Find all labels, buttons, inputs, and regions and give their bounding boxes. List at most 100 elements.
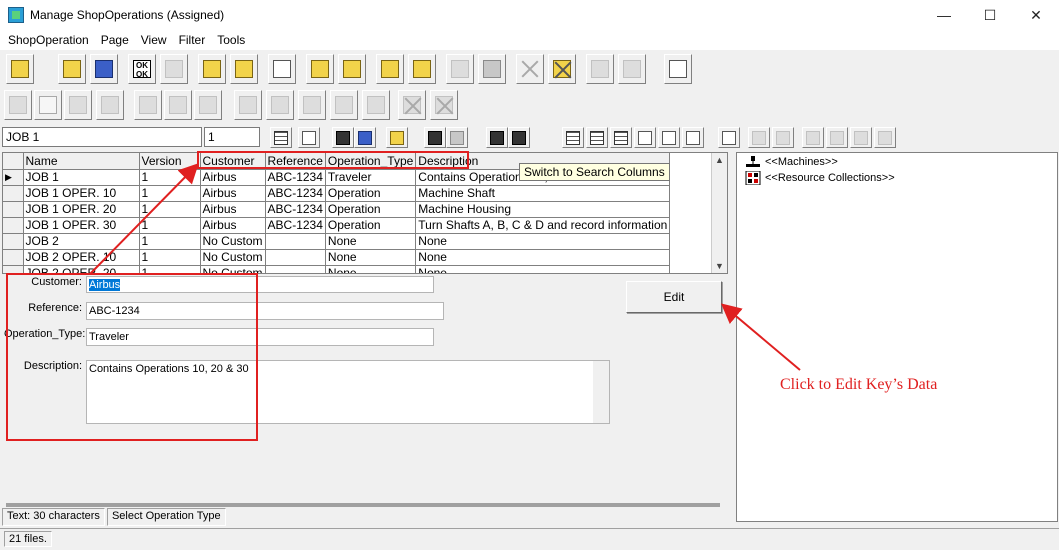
row-selector[interactable] <box>3 233 24 250</box>
disabled-remove1-button[interactable] <box>398 90 426 120</box>
description-scrollbar[interactable] <box>593 361 609 423</box>
disabled-tray1-button[interactable] <box>234 90 262 120</box>
minimize-button[interactable]: — <box>921 0 967 30</box>
folder-delete-button[interactable] <box>408 54 436 84</box>
disabled-tray2-button[interactable] <box>266 90 294 120</box>
disabled-r1-button[interactable] <box>748 127 770 148</box>
col-header-operation-type[interactable]: Operation_Type <box>325 153 417 170</box>
table-cell[interactable] <box>265 233 326 250</box>
menu-view[interactable]: View <box>135 33 173 47</box>
table-cell[interactable]: JOB 2 OPER. 10 <box>23 249 140 266</box>
table-cell[interactable]: Airbus <box>200 185 266 202</box>
disabled-open-button[interactable] <box>64 90 92 120</box>
table-cell[interactable]: JOB 1 OPER. 30 <box>23 217 140 234</box>
disabled-move-button[interactable] <box>446 54 474 84</box>
view-1-button[interactable] <box>562 127 584 148</box>
operation-type-field[interactable]: Traveler <box>86 328 434 346</box>
tree-item-machines[interactable]: <<Machines>> <box>745 155 838 169</box>
table-cell[interactable]: Airbus <box>200 217 266 234</box>
col-header-name[interactable]: Name <box>23 153 140 170</box>
table-row[interactable]: JOB 1 OPER. 20 1 Airbus ABC-1234 Operation Ma… <box>3 201 671 218</box>
disabled-tray3-button[interactable] <box>298 90 326 120</box>
menu-filter[interactable]: Filter <box>173 33 212 47</box>
disabled-tray5-button[interactable] <box>362 90 390 120</box>
disabled-r2-button[interactable] <box>772 127 794 148</box>
new-record-button[interactable] <box>58 54 86 84</box>
table-cell[interactable]: 1 <box>139 217 201 234</box>
blue-view-button[interactable] <box>354 127 376 148</box>
table-row[interactable]: JOB 2 OPER. 20 1 No Custom None None <box>3 265 671 273</box>
table-cell[interactable]: Operation <box>325 217 417 234</box>
table-cell[interactable]: None <box>325 249 417 266</box>
table-cell[interactable]: ABC-1234 <box>265 217 326 234</box>
customer-field[interactable]: Airbus <box>86 276 434 293</box>
disabled-r3-button[interactable] <box>802 127 824 148</box>
table-cell[interactable]: JOB 2 OPER. 20 <box>23 265 140 273</box>
table-cell[interactable]: Machine Housing <box>415 201 671 218</box>
search-button[interactable] <box>424 127 446 148</box>
search-disabled-button[interactable] <box>446 127 468 148</box>
table-cell[interactable]: Traveler <box>325 169 417 186</box>
view-2-button[interactable] <box>586 127 608 148</box>
row-selector[interactable] <box>3 201 24 218</box>
box-button[interactable] <box>338 54 366 84</box>
scroll-up-icon[interactable]: ▲ <box>715 155 724 165</box>
table-cell[interactable]: JOB 2 <box>23 233 140 250</box>
disabled-r5-button[interactable] <box>850 127 872 148</box>
disabled-r4-button[interactable] <box>826 127 848 148</box>
folder-check-button[interactable] <box>376 54 404 84</box>
grid-vertical-scrollbar[interactable]: ▲ ▼ <box>711 153 727 273</box>
reference-field[interactable]: ABC-1234 <box>86 302 444 320</box>
search-alt-button[interactable] <box>508 127 530 148</box>
table-cell[interactable]: JOB 1 OPER. 20 <box>23 201 140 218</box>
delete-button[interactable] <box>516 54 544 84</box>
col-header-reference[interactable]: Reference <box>265 153 326 170</box>
table-cell[interactable]: No Custom <box>200 265 266 273</box>
table-cell[interactable]: Airbus <box>200 201 266 218</box>
window-toggle-button[interactable] <box>718 127 740 148</box>
job-key-input[interactable]: JOB 1 <box>2 127 202 147</box>
table-cell[interactable]: Operation <box>325 185 417 202</box>
scroll-down-icon[interactable]: ▼ <box>715 261 724 271</box>
dark-view-button[interactable] <box>332 127 354 148</box>
add-box-button[interactable] <box>306 54 334 84</box>
table-cell[interactable] <box>265 265 326 273</box>
table-cell[interactable]: ABC-1234 <box>265 185 326 202</box>
row-selector[interactable]: ▶ <box>3 169 24 186</box>
view-4-button[interactable] <box>634 127 656 148</box>
table-cell[interactable]: Operation <box>325 201 417 218</box>
table-cell[interactable]: None <box>325 233 417 250</box>
view-3-button[interactable] <box>610 127 632 148</box>
table-cell[interactable]: None <box>325 265 417 273</box>
menu-page[interactable]: Page <box>95 33 135 47</box>
close-button[interactable]: ✕ <box>1013 0 1059 30</box>
table-cell[interactable]: Turn Shafts A, B, C & D and record infor… <box>415 217 671 234</box>
export-folder-button[interactable] <box>230 54 258 84</box>
table-cell[interactable]: JOB 1 OPER. 10 <box>23 185 140 202</box>
menu-shopoperation[interactable]: ShopOperation <box>2 33 95 47</box>
table-cell[interactable]: None <box>415 233 671 250</box>
exit-door-button[interactable] <box>6 54 34 84</box>
table-cell[interactable]: ABC-1234 <box>265 201 326 218</box>
view-6-button[interactable] <box>682 127 704 148</box>
table-cell[interactable]: 1 <box>139 185 201 202</box>
calendar-button[interactable] <box>270 127 292 148</box>
disabled-remove2-button[interactable] <box>430 90 458 120</box>
col-header-customer[interactable]: Customer <box>200 153 266 170</box>
table-cell[interactable]: Machine Shaft <box>415 185 671 202</box>
table-cell[interactable]: No Custom <box>200 233 266 250</box>
edit-button[interactable]: Edit <box>626 281 722 313</box>
tree-item-resource-collections[interactable]: <<Resource Collections>> <box>745 171 895 185</box>
table-row[interactable]: JOB 1 OPER. 10 1 Airbus ABC-1234 Operation Ma… <box>3 185 671 202</box>
table-cell[interactable]: None <box>415 265 671 273</box>
table-cell[interactable]: None <box>415 249 671 266</box>
row-selector[interactable] <box>3 217 24 234</box>
disabled-copy-button[interactable] <box>586 54 614 84</box>
disabled-page-button[interactable] <box>4 90 32 120</box>
table-cell[interactable]: ABC-1234 <box>265 169 326 186</box>
import-folder-button[interactable] <box>198 54 226 84</box>
table-cell[interactable]: 1 <box>139 249 201 266</box>
version-input[interactable]: 1 <box>204 127 260 147</box>
table-cell[interactable]: 1 <box>139 265 201 273</box>
disabled-group-button[interactable] <box>194 90 222 120</box>
